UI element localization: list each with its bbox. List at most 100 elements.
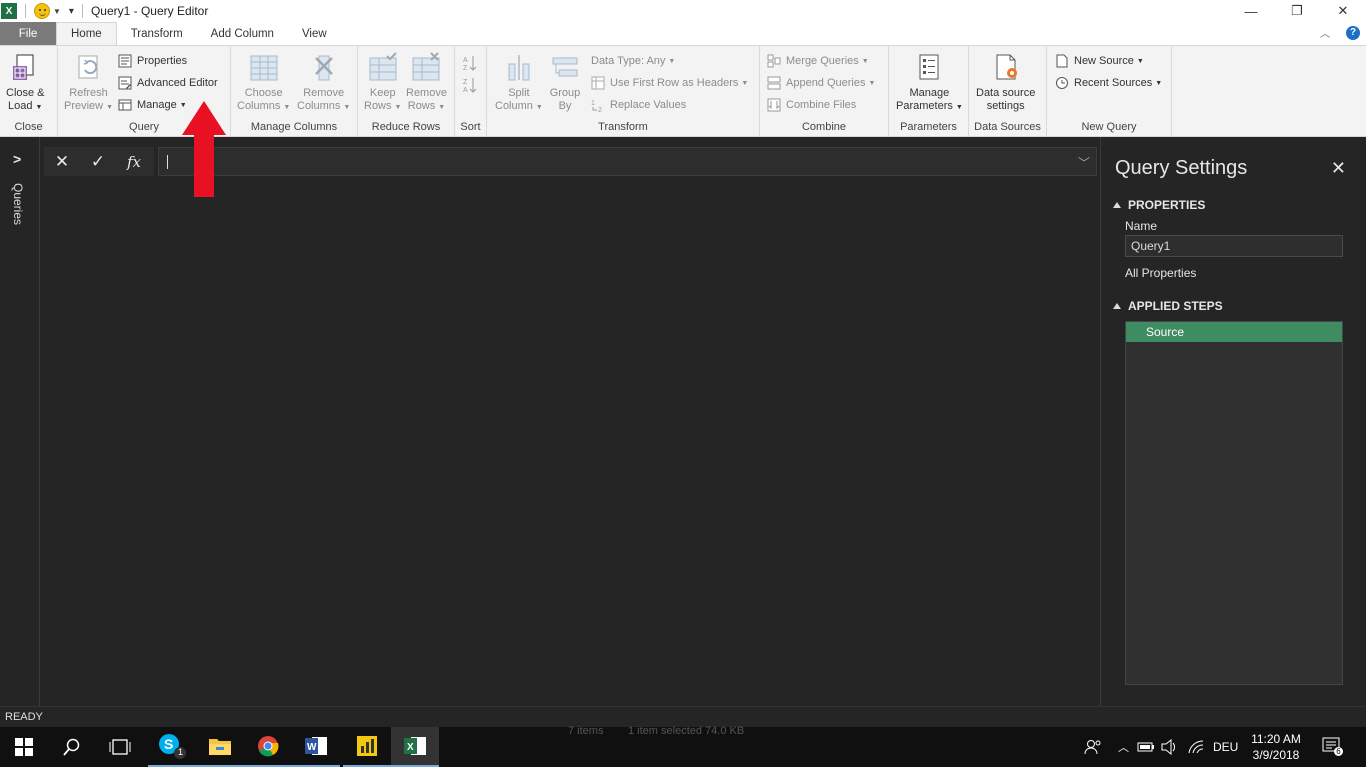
quick-access-customize-icon[interactable]: ▾ [69,6,74,17]
commit-formula-icon[interactable]: ✓ [80,147,116,176]
group-sort-label: Sort [460,121,481,133]
svg-text:2: 2 [598,107,602,112]
tab-add-column[interactable]: Add Column [197,22,288,45]
remove-columns-button[interactable]: Remove Columns ▼ [297,52,350,114]
new-source-button[interactable]: New Source ▼ [1055,52,1144,70]
keep-rows-label-2: Rows ▼ [364,100,402,112]
restore-icon: ❐ [1291,3,1303,18]
tab-transform[interactable]: Transform [117,22,197,45]
formula-input[interactable]: ﹀ [158,147,1097,176]
properties-icon [118,54,132,68]
refresh-icon [73,52,105,84]
properties-button[interactable]: Properties [118,52,187,70]
replace-values-label: Replace Values [610,99,687,111]
help-area: ︿ ? [1320,25,1360,40]
merge-queries-button[interactable]: Merge Queries ▼ [767,52,869,70]
data-source-settings-button[interactable]: Data source settings [976,52,1035,113]
queries-pane-label[interactable]: Queries [11,183,25,225]
replace-values-button[interactable]: 12 Replace Values [591,96,686,114]
show-hidden-icons-icon[interactable]: ︿ [1118,739,1129,755]
applied-steps-section-header[interactable]: APPLIED STEPS [1113,299,1223,313]
minimize-button[interactable]: — [1228,0,1274,22]
advanced-editor-button[interactable]: Advanced Editor [118,74,218,92]
remove-rows-icon [410,52,442,84]
use-first-row-headers-button[interactable]: Use First Row as Headers ▼ [591,74,748,92]
sort-descending-button[interactable]: ZA [463,74,482,94]
close-query-settings-icon[interactable]: ✕ [1331,158,1346,179]
properties-label: Properties [137,55,188,67]
action-center-button[interactable]: 6 [1322,737,1344,757]
restore-button[interactable]: ❐ [1274,0,1320,22]
choose-columns-button[interactable]: Choose Columns ▼ [237,52,290,114]
task-view-button[interactable] [96,727,144,767]
clock[interactable]: 11:20 AM 3/9/2018 [1248,731,1304,763]
excel-app-icon[interactable]: X [1,3,17,19]
input-language[interactable]: DEU [1213,740,1238,754]
battery-icon[interactable] [1137,740,1155,754]
insert-function-icon[interactable]: fx [116,147,152,176]
properties-section-header[interactable]: PROPERTIES [1113,198,1205,212]
refresh-preview-button[interactable]: Refresh Preview ▼ [64,52,113,114]
taskbar-chrome[interactable] [244,727,292,767]
svg-text:A: A [463,87,468,94]
close-load-label-1: Close & [6,87,45,99]
manage-parameters-button[interactable]: Manage Parameters ▼ [896,52,963,114]
taskbar-word[interactable]: W [292,727,340,767]
taskbar-excel[interactable]: X [391,727,439,767]
group-close: Close & Load ▼ Close [0,46,58,136]
data-type-dropdown[interactable]: Data Type: Any ▼ [591,52,675,70]
tab-file[interactable]: File [0,22,56,45]
close-button[interactable]: ✕ [1320,0,1366,22]
feedback-dropdown-icon[interactable]: ▼ [53,7,61,16]
help-icon[interactable]: ? [1346,25,1360,40]
advanced-editor-icon [118,76,132,90]
start-button[interactable] [0,727,48,767]
skype-badge: 1 [178,747,184,757]
remove-rows-button[interactable]: Remove Rows ▼ [406,52,447,114]
applied-step-source[interactable]: Source [1126,322,1342,342]
tab-home[interactable]: Home [56,22,117,45]
taskbar: 7 items 1 item selected 74.0 KB S 1 W X … [0,725,1366,767]
group-parameters-label: Parameters [900,121,957,133]
split-column-button[interactable]: Split Column ▼ [495,52,543,114]
taskbar-skype[interactable]: S 1 [148,727,196,767]
people-icon[interactable] [1084,738,1102,756]
volume-icon[interactable] [1161,739,1179,755]
expand-formula-icon[interactable]: ﹀ [1078,154,1090,171]
taskbar-file-explorer[interactable] [196,727,244,767]
text-caret [167,155,168,169]
background-selection-info: 1 item selected 74.0 KB [628,725,745,737]
append-queries-button[interactable]: Append Queries ▼ [767,74,875,92]
data-type-caret-icon: ▼ [668,57,676,65]
choose-columns-label-1: Choose [244,87,283,99]
search-button[interactable] [48,727,96,767]
tab-view[interactable]: View [288,22,341,45]
feedback-smiley-icon[interactable] [34,3,50,19]
close-load-button[interactable]: Close & Load ▼ [6,52,45,114]
data-preview-area[interactable] [41,178,1099,706]
manage-parameters-icon [913,52,945,84]
group-data-sources-label: Data Sources [974,121,1041,133]
split-column-icon [503,52,535,84]
sort-ascending-icon: AZ [463,54,477,72]
network-icon[interactable] [1187,739,1205,755]
query-name-input[interactable]: Query1 [1125,235,1343,257]
excel-icon: X [404,737,426,755]
taskbar-power-bi[interactable] [343,727,391,767]
all-properties-link[interactable]: All Properties [1125,266,1196,280]
expand-queries-icon[interactable]: > [13,151,21,167]
group-by-button[interactable]: Group By [549,52,581,113]
title-bar: X ▼ ▾ Query1 - Query Editor — ❐ ✕ [0,0,1366,22]
group-transform-label: Transform [598,121,648,133]
recent-sources-button[interactable]: Recent Sources ▼ [1055,74,1162,92]
name-label: Name [1125,219,1158,233]
combine-files-button[interactable]: Combine Files [767,96,856,114]
keep-rows-button[interactable]: Keep Rows ▼ [364,52,401,114]
collapse-ribbon-icon[interactable]: ︿ [1320,25,1330,40]
cancel-formula-icon[interactable]: ✕ [44,147,80,176]
sort-ascending-button[interactable]: AZ [463,52,482,72]
first-row-label: Use First Row as Headers [610,77,739,89]
svg-text:Z: Z [463,65,468,72]
manage-icon [118,98,132,112]
manage-button[interactable]: Manage ▼ [118,96,187,114]
